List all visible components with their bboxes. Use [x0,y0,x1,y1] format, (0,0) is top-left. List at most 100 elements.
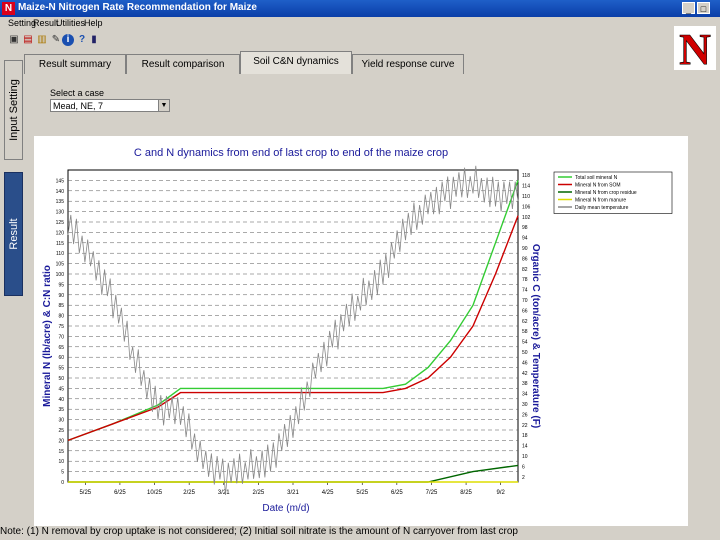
y-tick-label: 105 [56,262,65,268]
x-tick-label: 8/25 [460,490,472,496]
case-label: Select a case [50,88,105,98]
exit-icon[interactable]: ▮ [88,34,100,46]
menu-bar: Setting Result Utilities Help [0,17,720,30]
series-line-0 [67,180,519,442]
y-axis-label: Mineral N (lb/acre) & C:N ratio [42,265,53,407]
tab-result-summary[interactable]: Result summary [24,54,126,74]
menu-setting[interactable]: Setting [8,18,36,28]
y-tick-label: 100 [56,272,65,278]
maximize-button[interactable]: □ [697,2,710,14]
y-tick-label: 130 [56,210,65,216]
y2-tick-label: 6 [522,464,525,470]
y-tick-label: 110 [56,251,64,257]
y2-tick-label: 78 [522,277,528,283]
y-tick-label: 40 [58,397,64,403]
y-tick-label: 140 [56,189,65,195]
cn-dynamics-chart: C and N dynamics from end of last crop t… [42,147,673,514]
menu-result[interactable]: Result [33,18,59,28]
legend-label: Daily mean temperature [575,205,629,211]
y-tick-label: 85 [58,303,64,309]
legend-label: Total soil mineral N [575,175,618,181]
university-logo: N [674,26,716,70]
y2-tick-label: 46 [522,360,528,366]
side-tab-result[interactable]: Result [4,172,23,296]
side-tab-result-label: Result [7,218,20,250]
x-tick-label: 10/25 [147,490,163,496]
y2-tick-label: 58 [522,329,528,335]
y-tick-label: 145 [56,178,65,184]
edit-icon[interactable]: ✎ [50,34,62,46]
y-tick-label: 60 [58,355,64,361]
open-icon[interactable]: ▤ [22,34,34,46]
footnote: Note: (1) N removal by crop uptake is no… [0,526,518,537]
y2-tick-label: 90 [522,246,528,252]
y-tick-label: 120 [56,230,65,236]
y2-tick-label: 66 [522,308,528,314]
legend-label: Mineral N from manure [575,198,626,204]
y-tick-label: 25 [58,428,64,434]
y2-tick-label: 74 [522,288,528,294]
chart-panel: C and N dynamics from end of last crop t… [34,136,688,526]
tab-soil-cn-dynamics[interactable]: Soil C&N dynamics [240,51,352,74]
y-tick-label: 80 [58,314,64,320]
y2-tick-label: 18 [522,433,528,439]
legend-label: Mineral N from SOM [575,183,621,189]
chart-title: C and N dynamics from end of last crop t… [134,147,448,159]
y-tick-label: 45 [58,386,64,392]
y-tick-label: 90 [58,293,64,299]
y-tick-label: 70 [58,334,64,340]
x-tick-label: 9/2 [497,490,506,496]
y-tick-label: 50 [58,376,64,382]
side-tab-input-label: Input Setting [7,79,20,141]
tab-result-comparison[interactable]: Result comparison [126,54,240,74]
minimize-button[interactable]: _ [682,2,695,14]
x-tick-label: 3/21 [218,490,230,496]
y-tick-label: 95 [58,282,64,288]
x-tick-label: 7/25 [426,490,438,496]
y2-tick-label: 10 [522,454,528,460]
x-tick-label: 6/25 [391,490,403,496]
series-line-2 [68,464,519,483]
y-tick-label: 55 [58,366,64,372]
x-tick-label: 2/25 [183,490,195,496]
y-tick-label: 115 [56,241,64,247]
series-line-1 [67,215,519,442]
x-tick-label: 4/25 [322,490,334,496]
y2-tick-label: 34 [522,392,528,398]
y2-tick-label: 2 [522,475,525,481]
y2-axis-label: Organic C (ton/acre) & Temperature (F) [530,244,541,428]
logo-letter: N [679,26,711,70]
y2-tick-label: 82 [522,267,528,273]
y2-tick-label: 98 [522,225,528,231]
save-icon[interactable]: ▣ [8,34,20,46]
y2-tick-label: 42 [522,371,528,377]
y-tick-label: 65 [58,345,64,351]
tab-yield-response-curve[interactable]: Yield response curve [352,54,464,74]
info-icon[interactable]: i [62,34,74,46]
y-tick-label: 135 [56,199,65,205]
y2-tick-label: 86 [522,256,528,262]
y-tick-label: 35 [58,407,64,413]
chevron-down-icon[interactable]: ▼ [158,100,169,111]
y2-tick-label: 118 [522,173,530,179]
legend-label: Mineral N from crop residue [575,190,637,196]
menu-utilities[interactable]: Utilities [56,18,85,28]
y2-tick-label: 54 [522,340,528,346]
print-icon[interactable]: ▥ [36,34,48,46]
y-tick-label: 20 [58,438,64,444]
y2-tick-label: 50 [522,350,528,356]
y2-tick-label: 102 [522,215,531,221]
title-bar: N Maize-N Nitrogen Rate Recommendation f… [0,0,720,17]
y-tick-label: 75 [58,324,64,330]
side-tab-input-setting[interactable]: Input Setting [4,60,23,160]
y2-tick-label: 14 [522,444,528,450]
x-tick-label: 6/25 [114,490,126,496]
y-tick-label: 0 [61,480,64,486]
y-tick-label: 5 [61,470,64,476]
x-tick-label: 5/25 [356,490,368,496]
help-icon[interactable]: ? [76,34,88,46]
y-tick-label: 10 [58,459,64,465]
case-dropdown[interactable]: Mead, NE, 7 ▼ [50,99,170,112]
menu-help[interactable]: Help [84,18,103,28]
y2-tick-label: 22 [522,423,528,429]
